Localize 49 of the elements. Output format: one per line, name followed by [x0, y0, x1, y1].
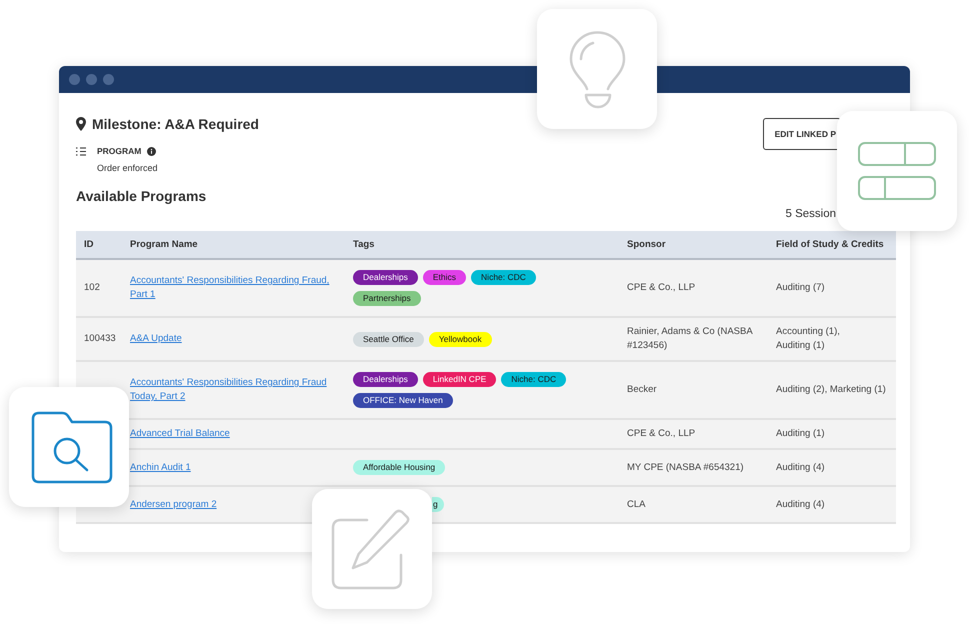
column-header: Tags	[353, 239, 374, 250]
column-header: Field of Study & Credits	[776, 239, 884, 250]
tag: Dealerships	[353, 372, 418, 387]
program-link[interactable]: Accountants' Responsibilities Regarding Fraud Today, Part 2	[130, 376, 337, 404]
tag: Niche: CDC	[501, 372, 566, 387]
info-icon[interactable]	[147, 146, 156, 156]
tag: g	[432, 497, 444, 512]
table-cell-text: Auditing (1)	[775, 427, 826, 441]
tag: Dealerships	[353, 270, 418, 285]
tag: Yellowbook	[428, 332, 492, 346]
window-dot-icon	[69, 74, 80, 85]
table-cell-text: 100433	[83, 332, 117, 346]
program-label: PROGRAM	[97, 145, 142, 157]
section-title: Available Programs	[76, 188, 206, 204]
tag: Ethics	[422, 270, 466, 285]
map-pin-icon	[76, 117, 86, 131]
session-count: 5 Session	[785, 208, 836, 221]
table-cell-text: Auditing (4)	[775, 460, 826, 474]
program-link[interactable]: Advanced Trial Balance	[130, 427, 230, 441]
column-header: Sponsor	[627, 239, 666, 250]
program-link[interactable]: A&A Update	[130, 332, 182, 346]
program-link[interactable]: Andersen program 2	[130, 498, 217, 512]
tag: Affordable Housing	[353, 460, 446, 475]
tag: LinkedIN CPE	[422, 372, 496, 387]
program-link[interactable]: Accountants' Responsibilities Regarding Fraud, Part 1	[130, 274, 337, 302]
table-cell-text: Rainier, Adams & Co (NASBA #123456)	[626, 325, 754, 353]
table-cell-text: CPE & Co., LLP	[626, 427, 696, 441]
table-cell-text: Auditing (2), Marketing (1)	[775, 383, 887, 397]
table-cell-text: MY CPE (NASBA #654321)	[626, 460, 745, 474]
program-note: Order enforced	[97, 162, 158, 174]
milestone-title: Milestone: A&A Required	[92, 116, 259, 132]
column-header: ID	[84, 239, 94, 250]
table-cell-text: Becker	[626, 383, 658, 397]
table-cell-text: Accounting (1), Auditing (1)	[775, 325, 841, 353]
column-header: Program Name	[130, 239, 198, 250]
window-dot-icon	[86, 74, 97, 85]
window-dot-icon	[103, 74, 114, 85]
table-cell-text: CPE & Co., LLP	[626, 281, 696, 295]
tag: Seattle Office	[353, 332, 424, 346]
program-link[interactable]: Anchin Audit 1	[130, 460, 191, 474]
tag: Niche: CDC	[471, 270, 536, 285]
table-cell-text: Auditing (7)	[775, 281, 826, 295]
table-cell-text: CLA	[626, 498, 646, 512]
edit-linked-button[interactable]: EDIT LINKED P	[762, 118, 841, 150]
tag: OFFICE: New Haven	[353, 393, 453, 408]
tag: Partnerships	[353, 291, 421, 306]
table-cell-text: 102	[83, 281, 101, 295]
table-cell-text: Auditing (4)	[775, 498, 826, 512]
checklist-icon	[76, 146, 86, 156]
